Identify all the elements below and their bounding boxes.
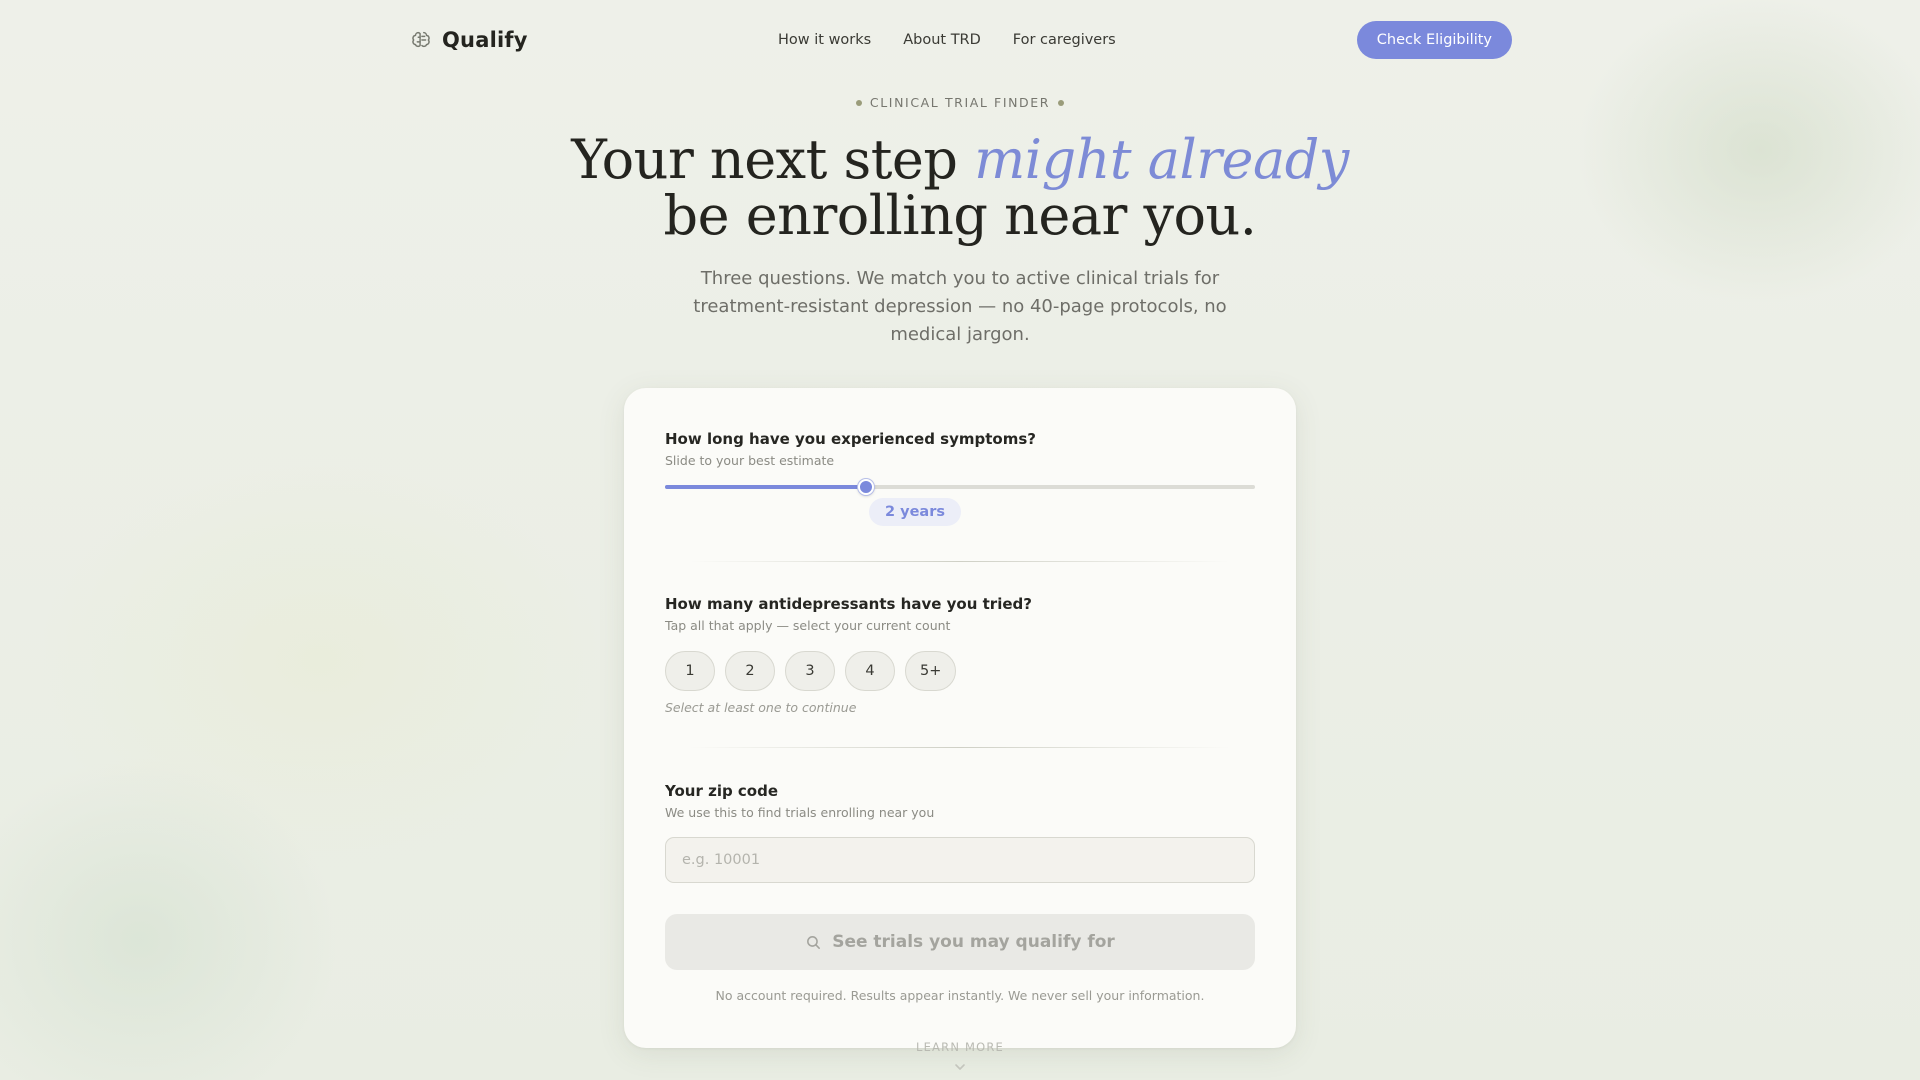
see-trials-button[interactable]: See trials you may qualify for (665, 914, 1255, 970)
headline-part-2: be enrolling near you. (663, 184, 1257, 247)
page-title: Your next step might already be enrollin… (0, 132, 1920, 244)
option-chip-2[interactable]: 2 (725, 651, 775, 691)
zip-code-input[interactable] (665, 837, 1255, 883)
headline-emphasis: might already (974, 128, 1349, 191)
eyebrow: CLINICAL TRIAL FINDER (0, 95, 1920, 110)
slider-value-badge: 2 years (869, 498, 961, 526)
privacy-note: No account required. Results appear inst… (715, 988, 1205, 1003)
learn-more-link[interactable]: LEARN MORE (0, 1040, 1920, 1054)
brand[interactable]: Qualify (410, 20, 528, 60)
top-navigation: Qualify How it works About TRD For careg… (410, 20, 1512, 60)
antidepressant-count-hint: Tap all that apply — select your current… (665, 618, 951, 633)
symptom-duration-slider[interactable] (665, 479, 1255, 495)
search-icon (807, 935, 821, 949)
option-chip-4[interactable]: 4 (845, 651, 895, 691)
nav-links: How it works About TRD For caregivers (778, 20, 1116, 60)
option-chip-1[interactable]: 1 (665, 651, 715, 691)
slider-fill (665, 485, 866, 489)
antidepressant-count-question: How many antidepressants have you tried? (665, 595, 1032, 613)
nav-link-about-trd[interactable]: About TRD (903, 32, 981, 48)
antidepressant-count-options: 1 2 3 4 5+ (665, 651, 957, 691)
check-eligibility-button[interactable]: Check Eligibility (1356, 21, 1512, 59)
zip-code-question: Your zip code (665, 782, 779, 800)
symptom-duration-hint: Slide to your best estimate (665, 453, 835, 468)
option-chip-3[interactable]: 3 (785, 651, 835, 691)
eyebrow-dot-right (1058, 99, 1065, 106)
symptom-duration-question: How long have you experienced symptoms? (665, 430, 1036, 448)
brand-name: Qualify (442, 28, 528, 52)
headline-part-1: Your next step (571, 128, 975, 191)
eyebrow-dot-left (855, 99, 862, 106)
see-trials-label: See trials you may qualify for (832, 932, 1115, 952)
nav-link-for-caregivers[interactable]: For caregivers (1013, 32, 1116, 48)
divider (690, 747, 1230, 748)
eligibility-form-card: How long have you experienced symptoms? … (624, 388, 1296, 1048)
eyebrow-label: CLINICAL TRIAL FINDER (869, 95, 1051, 110)
slider-thumb[interactable] (858, 479, 874, 495)
option-chip-5-plus[interactable]: 5+ (905, 651, 957, 691)
divider (690, 561, 1230, 562)
hero-subtitle: Three questions. We match you to active … (693, 268, 1227, 345)
zip-code-hint: We use this to find trials enrolling nea… (665, 805, 935, 820)
brain-icon (412, 31, 430, 48)
nav-link-how-it-works[interactable]: How it works (778, 32, 871, 48)
validation-hint: Select at least one to continue (665, 700, 857, 715)
chevron-down-icon[interactable] (952, 1060, 968, 1074)
